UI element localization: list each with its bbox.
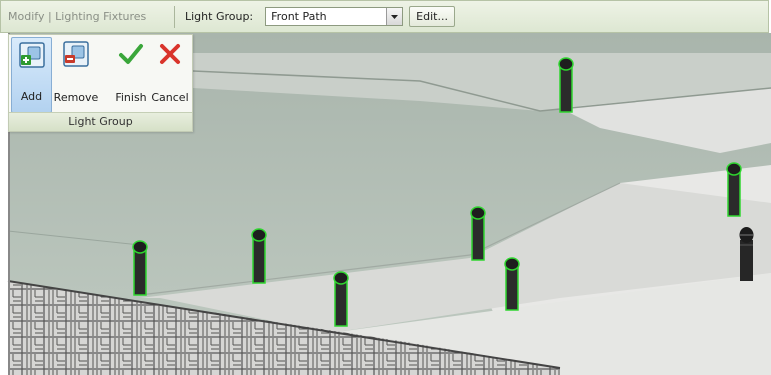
light-group-panel: Add Remove Finish Cancel Light Group: [8, 34, 193, 132]
bollard-light-fixture[interactable]: [470, 206, 486, 261]
cancel-x-icon: [160, 44, 180, 64]
add-button[interactable]: Add: [11, 37, 52, 113]
light-group-dropdown[interactable]: Front Path: [265, 7, 404, 26]
bollard-light-fixture[interactable]: [504, 257, 520, 311]
bollard-light-fixture[interactable]: [726, 162, 742, 217]
remove-button[interactable]: Remove: [53, 37, 99, 113]
add-label: Add: [20, 90, 43, 103]
panel-title: Light Group: [9, 112, 192, 131]
cancel-label: Cancel: [151, 91, 189, 104]
options-bar: Modify | Lighting Fixtures Light Group: …: [0, 0, 769, 33]
remove-light-icon: [63, 41, 89, 67]
light-group-label: Light Group:: [185, 10, 254, 23]
finish-button[interactable]: Finish: [113, 37, 149, 113]
bollard-light-fixture-unselected[interactable]: [739, 227, 754, 281]
finish-label: Finish: [115, 91, 147, 104]
light-group-value: Front Path: [271, 10, 327, 23]
bollard-light-fixture[interactable]: [132, 240, 148, 296]
edit-button[interactable]: Edit...: [409, 6, 455, 27]
bollard-light-fixture[interactable]: [333, 271, 349, 327]
remove-label: Remove: [53, 91, 99, 104]
separator: [174, 5, 175, 28]
context-tab-title: Modify | Lighting Fixtures: [8, 10, 147, 23]
cancel-button[interactable]: Cancel: [150, 37, 190, 113]
bollard-light-fixture[interactable]: [251, 228, 267, 284]
dropdown-arrow-icon[interactable]: [386, 8, 403, 25]
bollard-light-fixture[interactable]: [558, 57, 574, 113]
checkmark-icon: [119, 44, 143, 64]
add-light-icon: [18, 42, 45, 68]
